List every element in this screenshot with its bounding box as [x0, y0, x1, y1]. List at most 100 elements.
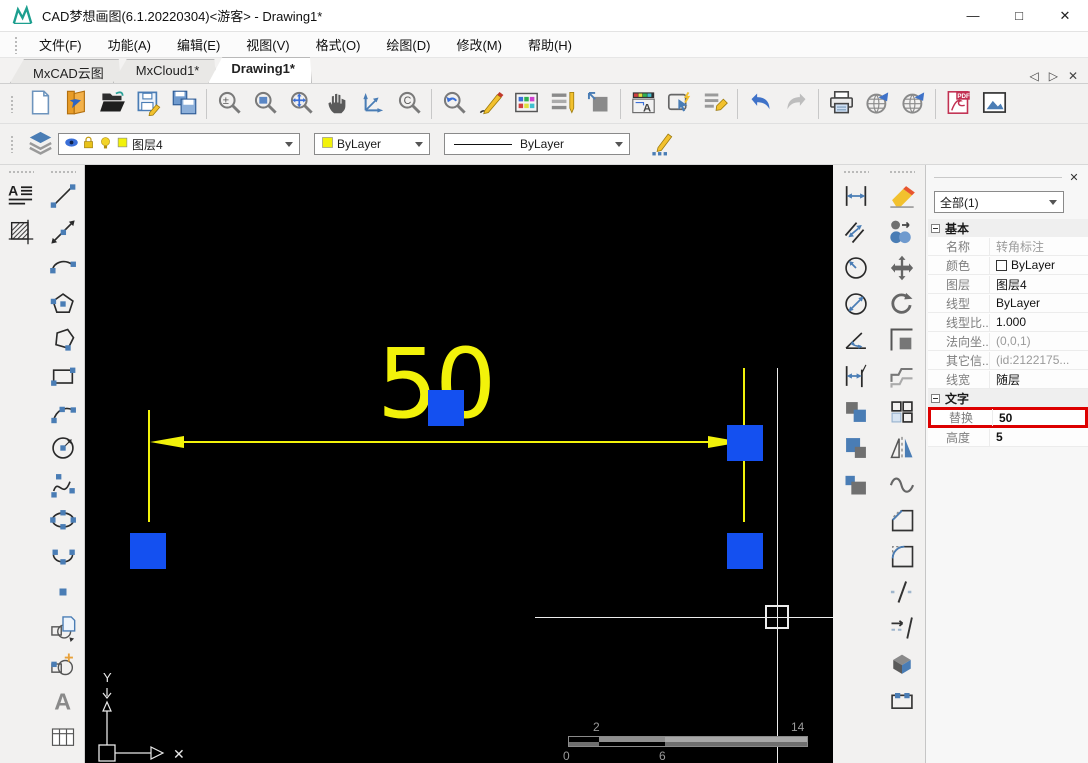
property-value[interactable]: (id:2122175... — [990, 353, 1069, 367]
property-row-线宽[interactable]: 线宽 随层 — [928, 370, 1088, 389]
open-web-button[interactable] — [895, 87, 931, 121]
rectangle-button[interactable] — [44, 359, 82, 395]
spline-button[interactable] — [44, 467, 82, 503]
point-button[interactable] — [44, 575, 82, 611]
select-style-button[interactable] — [661, 87, 697, 121]
zoom-extents-button[interactable] — [283, 87, 319, 121]
property-value[interactable]: (0,0,1) — [990, 334, 1031, 348]
property-value[interactable]: ByLayer — [990, 258, 1055, 272]
drawing-canvas[interactable]: 50 Y ✕ 2 14 0 6 — [85, 165, 833, 763]
properties-close-button[interactable]: ✕ — [1066, 169, 1082, 185]
zoom-window-button[interactable] — [247, 87, 283, 121]
text-format-button[interactable]: A — [2, 179, 40, 215]
dim-angular-button[interactable] — [837, 323, 875, 359]
undo-button[interactable] — [742, 87, 778, 121]
property-row-图层[interactable]: 图层 图层4 — [928, 275, 1088, 294]
dim-aligned-button[interactable] — [837, 215, 875, 251]
zoom-center-button[interactable]: C — [391, 87, 427, 121]
array-button[interactable] — [883, 395, 921, 431]
format-brush-button[interactable] — [697, 87, 733, 121]
property-row-线型[interactable]: 线型 ByLayer — [928, 294, 1088, 313]
dim-radius-button[interactable] — [837, 251, 875, 287]
export-pdf-button[interactable]: PDF — [940, 87, 976, 121]
menu-item-6[interactable]: 绘图(D) — [373, 32, 443, 57]
draworder-back-button[interactable] — [837, 431, 875, 467]
arc-3point-button[interactable] — [44, 395, 82, 431]
ellipse-button[interactable] — [44, 503, 82, 539]
collapse-icon[interactable] — [931, 393, 940, 403]
property-value[interactable]: 随层 — [990, 371, 1020, 388]
dim-continue-button[interactable] — [837, 359, 875, 395]
document-tab[interactable]: Drawing1* — [208, 57, 312, 83]
revision-cloud-button[interactable] — [883, 467, 921, 503]
move-button[interactable] — [883, 251, 921, 287]
color-select[interactable]: ByLayer — [314, 133, 430, 155]
save-button[interactable] — [130, 87, 166, 121]
dim-linear-button[interactable] — [837, 179, 875, 215]
layer-manager-button[interactable] — [22, 127, 58, 161]
grip-dimension-text[interactable] — [428, 390, 464, 426]
arc-button[interactable] — [44, 251, 82, 287]
polygon-irregular-button[interactable] — [44, 323, 82, 359]
redo-button[interactable] — [778, 87, 814, 121]
grip-origin-right[interactable] — [727, 533, 763, 569]
chamfer-button[interactable] — [883, 503, 921, 539]
scale-button[interactable] — [883, 323, 921, 359]
create-block-button[interactable] — [44, 647, 82, 683]
hatch-button[interactable] — [2, 215, 40, 251]
menu-item-7[interactable]: 修改(M) — [443, 32, 515, 57]
insert-image-button[interactable] — [976, 87, 1012, 121]
linewidth-button[interactable] — [644, 127, 680, 161]
tab-prev-button[interactable]: ◁ — [1029, 69, 1038, 83]
minimize-button[interactable]: — — [950, 0, 996, 32]
properties-section-header[interactable]: 基本 — [928, 219, 1088, 237]
menu-item-4[interactable]: 视图(V) — [233, 32, 302, 57]
break-button[interactable] — [883, 575, 921, 611]
explode-button[interactable] — [883, 647, 921, 683]
palette-drag-handle[interactable] — [843, 170, 869, 175]
menu-item-5[interactable]: 格式(O) — [303, 32, 374, 57]
menu-item-3[interactable]: 编辑(E) — [164, 32, 233, 57]
new-button[interactable] — [22, 87, 58, 121]
property-row-其它信[interactable]: 其它信... (id:2122175... — [928, 351, 1088, 370]
color-palette-button[interactable] — [508, 87, 544, 121]
layer-box-button[interactable] — [580, 87, 616, 121]
table-button[interactable] — [44, 719, 82, 755]
linetype-manager-button[interactable] — [544, 87, 580, 121]
ucs-axes-button[interactable] — [355, 87, 391, 121]
zoom-previous-button[interactable] — [436, 87, 472, 121]
property-row-法向坐[interactable]: 法向坐... (0,0,1) — [928, 332, 1088, 351]
draworder-under-button[interactable] — [837, 467, 875, 503]
property-row-名称[interactable]: 名称 转角标注 — [928, 237, 1088, 256]
close-button[interactable]: ✕ — [1042, 0, 1088, 32]
tab-next-button[interactable]: ▷ — [1049, 69, 1058, 83]
mirror-button[interactable] — [883, 431, 921, 467]
zoom-scale-button[interactable]: ± — [211, 87, 247, 121]
properties-section-header[interactable]: 文字 — [928, 389, 1088, 407]
menu-item-2[interactable]: 功能(A) — [95, 32, 164, 57]
menu-item-8[interactable]: 帮助(H) — [515, 32, 585, 57]
property-value[interactable]: ByLayer — [990, 296, 1040, 310]
property-row-替换[interactable]: 替换 50 — [928, 407, 1088, 428]
trim-button[interactable] — [883, 611, 921, 647]
draworder-front-button[interactable] — [837, 395, 875, 431]
menu-item-1[interactable]: 文件(F) — [26, 32, 95, 57]
offset-button[interactable] — [883, 359, 921, 395]
publish-web-button[interactable] — [859, 87, 895, 121]
insert-block-button[interactable] — [44, 611, 82, 647]
property-value[interactable]: 5 — [990, 430, 1003, 444]
layer-select[interactable]: 图层4 — [58, 133, 300, 155]
single-text-button[interactable]: A — [44, 683, 82, 719]
property-value[interactable]: 转角标注 — [990, 238, 1044, 255]
selection-filter-select[interactable]: 全部(1) — [934, 191, 1064, 213]
text-style-button[interactable]: A — [625, 87, 661, 121]
document-tab[interactable]: MxCloud1* — [113, 59, 217, 83]
grip-origin-left[interactable] — [130, 533, 166, 569]
open-folder-button[interactable] — [94, 87, 130, 121]
match-properties-button[interactable] — [883, 215, 921, 251]
stretch-button[interactable] — [883, 683, 921, 719]
property-row-颜色[interactable]: 颜色 ByLayer — [928, 256, 1088, 275]
dim-diameter-button[interactable] — [837, 287, 875, 323]
grip-dimension-line-right[interactable] — [727, 425, 763, 461]
open-drawing-button[interactable] — [58, 87, 94, 121]
